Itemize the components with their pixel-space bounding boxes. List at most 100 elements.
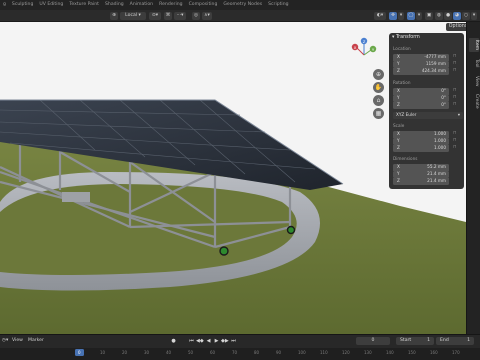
lock-rotation-z-icon[interactable]: ⊓ bbox=[453, 102, 456, 107]
lock-location-x-icon[interactable]: ⊓ bbox=[453, 54, 456, 59]
ruler-tick: 110 bbox=[320, 350, 328, 355]
rotation-y-field[interactable]: Y 0° bbox=[393, 95, 449, 102]
shading-wireframe-icon[interactable]: ◍ bbox=[435, 12, 443, 20]
workspace-tab-animation[interactable]: Animation bbox=[127, 0, 156, 10]
wheel bbox=[219, 246, 229, 256]
workspace-tab-uv-editing[interactable]: UV Editing bbox=[36, 0, 66, 10]
lock-scale-x-icon[interactable]: ⊓ bbox=[453, 131, 456, 136]
overlay-toggle-icon[interactable]: ◯ bbox=[407, 12, 415, 20]
current-frame-field[interactable]: 0 bbox=[356, 337, 390, 345]
gizmo-toggle-icon[interactable]: ✥ bbox=[389, 12, 397, 20]
workspace-tab-shading[interactable]: Shading bbox=[102, 0, 127, 10]
ruler-tick: 80 bbox=[254, 350, 260, 355]
ruler-tick: 20 bbox=[122, 350, 128, 355]
lock-scale-y-icon[interactable]: ⊓ bbox=[453, 138, 456, 143]
prev-keyframe-icon[interactable]: ◀◆ bbox=[196, 337, 204, 345]
scale-y-field[interactable]: Y 1.000 bbox=[393, 138, 449, 145]
location-z-field[interactable]: Z 424.34 mm bbox=[393, 68, 449, 75]
wheel bbox=[286, 225, 296, 235]
workspace-tab-sculpting[interactable]: Sculpting bbox=[9, 0, 36, 10]
playhead-label: 0 bbox=[78, 350, 81, 355]
gizmo-z-label: Z bbox=[363, 39, 366, 44]
record-icon[interactable]: ● bbox=[170, 337, 177, 345]
dimensions-y-field[interactable]: Y 21.4 mm bbox=[393, 171, 449, 178]
xray-icon[interactable]: ▣ bbox=[425, 12, 433, 20]
lock-scale-z-icon[interactable]: ⊓ bbox=[453, 145, 456, 150]
sidebar-tab-tool[interactable]: Tool bbox=[469, 56, 479, 70]
location-x-field[interactable]: X -4777 mm bbox=[393, 54, 449, 61]
timeline-editor: ◷▾ View Marker ● ⏮ ◀◆ ◀ ▶ ◆▶ ⏭ 0 Start 1 … bbox=[0, 334, 480, 360]
lock-rotation-y-icon[interactable]: ⊓ bbox=[453, 95, 456, 100]
jump-start-icon[interactable]: ⏮ bbox=[188, 337, 195, 345]
scale-x-field[interactable]: X 1.000 bbox=[393, 131, 449, 138]
perspective-toggle-icon[interactable]: ▦ bbox=[373, 108, 384, 119]
shading-dropdown-icon[interactable]: ▾ bbox=[471, 12, 477, 20]
rotation-z-field[interactable]: Z 0° bbox=[393, 102, 449, 109]
location-label: Location bbox=[393, 46, 411, 51]
shading-material-icon[interactable]: ◕ bbox=[453, 12, 461, 20]
transform-panel: ▾ Transform Location X -4777 mm Y 1159 mm … bbox=[389, 33, 464, 189]
end-frame-field[interactable]: End 1 bbox=[436, 337, 474, 345]
ruler-tick: 150 bbox=[408, 350, 416, 355]
workspace-tab-scripting[interactable]: Scripting bbox=[265, 0, 291, 10]
workspace-tab-layout[interactable]: g bbox=[0, 0, 9, 10]
pivot-point-icon[interactable]: ⊙▾ bbox=[149, 12, 161, 20]
transform-orientation-icon[interactable]: ⊕ bbox=[110, 12, 118, 20]
ruler-tick: 90 bbox=[276, 350, 282, 355]
play-reverse-icon[interactable]: ◀ bbox=[205, 337, 212, 345]
gizmo-x-label: X bbox=[354, 45, 357, 50]
transform-panel-header[interactable]: ▾ Transform bbox=[392, 35, 420, 40]
editor-type-icon[interactable]: ◷▾ bbox=[2, 337, 8, 345]
ruler-tick: 120 bbox=[342, 350, 350, 355]
visibility-icon[interactable]: ◐▾ bbox=[374, 12, 386, 20]
viewport-header: ⊕ Local ▾ ⊙▾ ⌘ ⋯▾ ◎ ∧▾ ◐▾ ✥ ▾ ◯ ▾ ▣ ◍ ● … bbox=[0, 10, 480, 22]
location-y-field[interactable]: Y 1159 mm bbox=[393, 61, 449, 68]
ruler-tick: 130 bbox=[364, 350, 372, 355]
sidebar-tab-create[interactable]: Create bbox=[469, 92, 479, 110]
timeline-header: ◷▾ View Marker ● ⏮ ◀◆ ◀ ▶ ◆▶ ⏭ 0 Start 1 … bbox=[0, 335, 480, 347]
sidebar-tab-view[interactable]: View bbox=[469, 74, 479, 88]
snap-icon[interactable]: ⌘ bbox=[164, 12, 172, 20]
lock-location-y-icon[interactable]: ⊓ bbox=[453, 61, 456, 66]
zoom-icon[interactable]: ⊕ bbox=[373, 69, 384, 80]
snap-target-icon[interactable]: ⋯▾ bbox=[174, 12, 186, 20]
lock-location-z-icon[interactable]: ⊓ bbox=[453, 68, 456, 73]
shading-rendered-icon[interactable]: ○ bbox=[462, 12, 470, 20]
falloff-icon[interactable]: ∧▾ bbox=[202, 12, 212, 20]
sidebar-tab-item[interactable]: Item bbox=[469, 38, 479, 52]
workspace-tab-compositing[interactable]: Compositing bbox=[186, 0, 221, 10]
play-icon[interactable]: ▶ bbox=[213, 337, 220, 345]
camera-view-icon[interactable]: ⌂ bbox=[373, 95, 384, 106]
blender-window: { "workspace_tabs": ["g", "Sculpting", "… bbox=[0, 0, 480, 360]
sidebar-tabs: Item Tool View Create bbox=[466, 22, 480, 334]
drive-box bbox=[62, 192, 90, 202]
gizmo-dropdown-icon[interactable]: ▾ bbox=[398, 12, 404, 20]
pan-hand-icon[interactable]: ✋ bbox=[373, 82, 384, 93]
ruler-tick: 40 bbox=[166, 350, 172, 355]
jump-end-icon[interactable]: ⏭ bbox=[230, 337, 237, 345]
workspace-tab-texture-paint[interactable]: Texture Paint bbox=[66, 0, 102, 10]
workspace-tab-rendering[interactable]: Rendering bbox=[156, 0, 185, 10]
scale-label: Scale bbox=[393, 123, 405, 128]
overlay-dropdown-icon[interactable]: ▾ bbox=[416, 12, 422, 20]
ruler-tick: 170 bbox=[452, 350, 460, 355]
workspace-tab-geometry-nodes[interactable]: Geometry Nodes bbox=[220, 0, 265, 10]
scale-z-field[interactable]: Z 1.000 bbox=[393, 145, 449, 152]
dimensions-z-field[interactable]: Z 21.4 mm bbox=[393, 178, 449, 185]
timeline-ruler[interactable]: 0 10 20 30 40 50 60 70 80 90 100 110 120… bbox=[0, 348, 480, 360]
lock-rotation-x-icon[interactable]: ⊓ bbox=[453, 88, 456, 93]
timeline-menu-view[interactable]: View bbox=[12, 337, 23, 345]
rotation-mode-dropdown[interactable]: XYZ Euler ▾ bbox=[393, 112, 463, 119]
dimensions-x-field[interactable]: X 55.2 mm bbox=[393, 164, 449, 171]
start-frame-field[interactable]: Start 1 bbox=[396, 337, 434, 345]
proportional-edit-icon[interactable]: ◎ bbox=[192, 12, 200, 20]
rotation-label: Rotation bbox=[393, 80, 411, 85]
ruler-tick: 70 bbox=[232, 350, 238, 355]
shading-solid-icon[interactable]: ● bbox=[444, 12, 452, 20]
transform-orientation-dropdown[interactable]: Local ▾ bbox=[120, 12, 146, 20]
next-keyframe-icon[interactable]: ◆▶ bbox=[221, 337, 229, 345]
rotation-x-field[interactable]: X 0° bbox=[393, 88, 449, 95]
ruler-tick: 10 bbox=[100, 350, 106, 355]
timeline-menu-marker[interactable]: Marker bbox=[28, 337, 44, 345]
ruler-tick: 30 bbox=[144, 350, 150, 355]
